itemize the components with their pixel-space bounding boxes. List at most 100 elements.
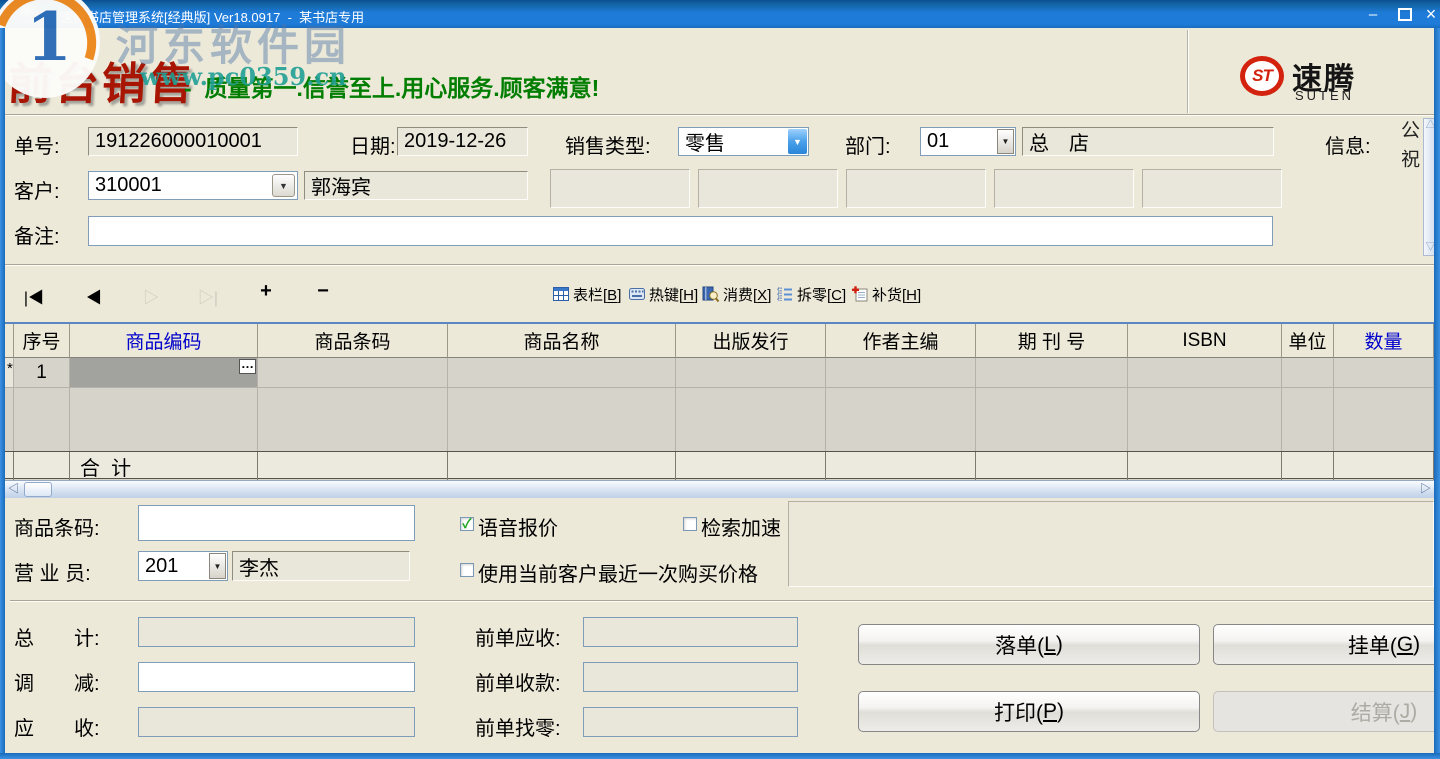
cell-author[interactable] bbox=[826, 358, 976, 388]
grid-total-row: 合 计 bbox=[5, 451, 1434, 479]
total-marker-cell bbox=[5, 452, 14, 481]
col-header-seq[interactable]: 序号 bbox=[14, 324, 70, 358]
col-header-publisher[interactable]: 出版发行 bbox=[676, 324, 826, 358]
col-header-qty[interactable]: 数量 bbox=[1334, 324, 1434, 358]
sale-type-combo[interactable]: 零售 ▼ bbox=[678, 127, 809, 156]
grid-h-scrollbar[interactable]: ◁ ▷ bbox=[5, 480, 1434, 498]
spare-field-3 bbox=[846, 169, 986, 208]
nav-last-icon: ▷| bbox=[196, 284, 220, 308]
split-button[interactable]: 拆零[C] bbox=[777, 282, 846, 306]
remark-label: 备注: bbox=[14, 220, 60, 249]
brand-monogram: ST bbox=[1252, 66, 1272, 86]
customer-code-value: 310001 bbox=[95, 174, 162, 197]
cell-publisher[interactable] bbox=[676, 358, 826, 388]
nav-first-icon[interactable]: |◀ bbox=[22, 284, 46, 308]
remark-input[interactable] bbox=[88, 216, 1273, 246]
cell-barcode[interactable] bbox=[258, 358, 448, 388]
settle-button: 结算(J) bbox=[1213, 691, 1440, 732]
prev-due-label: 前单应收: bbox=[475, 622, 561, 651]
cell-issue-no[interactable] bbox=[976, 358, 1128, 388]
col-header-author[interactable]: 作者主编 bbox=[826, 324, 976, 358]
hotkey-button-label: 热键[H] bbox=[649, 284, 698, 305]
customer-name-field: 郭海宾 bbox=[304, 171, 528, 200]
hotkey-button[interactable]: 热键[H] bbox=[629, 282, 698, 306]
customer-dropdown-icon[interactable]: ▼ bbox=[272, 174, 295, 197]
customer-combo[interactable]: 310001 ▼ bbox=[88, 171, 298, 200]
cell-seq[interactable]: 1 bbox=[14, 358, 70, 388]
dept-dropdown-icon[interactable]: ▼ bbox=[997, 129, 1014, 154]
columns-button-label: 表栏[B] bbox=[573, 284, 621, 305]
spare-field-5 bbox=[1142, 169, 1282, 208]
consume-button[interactable]: 消费[X] bbox=[702, 282, 771, 306]
clerk-combo[interactable]: 201 ▼ bbox=[138, 551, 228, 581]
table-columns-icon bbox=[553, 287, 569, 301]
last-price-checkbox[interactable] bbox=[460, 563, 474, 577]
brand-circle-icon: ST bbox=[1240, 56, 1284, 96]
cell-unit[interactable] bbox=[1282, 358, 1334, 388]
col-header-isbn[interactable]: ISBN bbox=[1128, 324, 1282, 358]
dept-name-field: 总 店 bbox=[1022, 127, 1274, 156]
form-separator bbox=[5, 264, 1434, 266]
due-field bbox=[138, 707, 415, 737]
col-header-item-name[interactable]: 商品名称 bbox=[448, 324, 676, 358]
dept-label: 部门: bbox=[845, 130, 891, 159]
due-label: 应 收: bbox=[14, 712, 100, 741]
cell-qty[interactable] bbox=[1334, 358, 1434, 388]
nav-remove-icon[interactable]: − bbox=[311, 280, 335, 303]
brand-logo: ST 速腾 SUTEN bbox=[1240, 54, 1410, 104]
scroll-left-icon[interactable]: ◁ bbox=[5, 481, 22, 498]
clerk-dropdown-icon[interactable]: ▼ bbox=[209, 553, 226, 579]
row-marker-cell: * bbox=[5, 358, 14, 388]
prev-paid-label: 前单收款: bbox=[475, 667, 561, 696]
grid-empty-area bbox=[5, 388, 1434, 451]
prev-due-field bbox=[583, 617, 798, 647]
dept-combo[interactable]: 01 ▼ bbox=[920, 127, 1016, 156]
replenish-button[interactable]: 补货[H] bbox=[852, 282, 921, 306]
header-separator bbox=[5, 114, 1434, 116]
col-header-issue-no[interactable]: 期 刊 号 bbox=[976, 324, 1128, 358]
col-header-item-code[interactable]: 商品编码 bbox=[70, 324, 258, 358]
print-button[interactable]: 打印(P) bbox=[858, 691, 1200, 732]
replenish-button-label: 补货[H] bbox=[872, 284, 921, 305]
scroll-right-icon[interactable]: ▷ bbox=[1417, 481, 1434, 498]
grid-row-1: * 1 … bbox=[5, 358, 1434, 388]
close-button[interactable]: × bbox=[1416, 0, 1440, 28]
columns-button[interactable]: 表栏[B] bbox=[553, 282, 621, 306]
hold-order-button[interactable]: 挂单(G) bbox=[1213, 624, 1440, 665]
voice-quote-checkbox[interactable]: ✓ bbox=[460, 517, 474, 531]
voice-quote-label: 语音报价 bbox=[478, 512, 558, 541]
last-price-label: 使用当前客户最近一次购买价格 bbox=[478, 558, 758, 587]
replenish-icon bbox=[852, 286, 868, 302]
window-border-left bbox=[0, 28, 5, 759]
grid-corner-cell bbox=[5, 324, 14, 358]
cell-item-code-active[interactable]: … bbox=[70, 358, 258, 388]
sale-type-dropdown-icon[interactable]: ▼ bbox=[788, 129, 807, 154]
grid-header-row: 序号 商品编码 商品条码 商品名称 出版发行 作者主编 期 刊 号 ISBN 单… bbox=[5, 324, 1434, 358]
adjust-input[interactable] bbox=[138, 662, 415, 692]
barcode-input[interactable] bbox=[138, 505, 415, 541]
fast-search-checkbox[interactable] bbox=[683, 517, 697, 531]
grand-total-label: 总 计: bbox=[14, 622, 100, 651]
cell-isbn[interactable] bbox=[1128, 358, 1282, 388]
prev-paid-field bbox=[583, 662, 798, 692]
prev-change-field bbox=[583, 707, 798, 737]
totals-separator bbox=[10, 600, 1434, 602]
nav-append-icon[interactable]: + bbox=[254, 280, 278, 303]
hotkey-keyboard-icon bbox=[629, 288, 645, 300]
order-no-label: 单号: bbox=[14, 130, 60, 159]
info-label: 信息: bbox=[1325, 130, 1371, 159]
scrollbar-thumb[interactable] bbox=[24, 482, 52, 497]
lookup-ellipsis-button[interactable]: … bbox=[239, 359, 256, 374]
nav-prev-icon[interactable]: ◀ bbox=[82, 284, 106, 308]
dept-code-value: 01 bbox=[927, 130, 949, 153]
split-button-label: 拆零[C] bbox=[797, 284, 846, 305]
col-header-barcode[interactable]: 商品条码 bbox=[258, 324, 448, 358]
place-order-button[interactable]: 落单(L) bbox=[858, 624, 1200, 665]
minimize-button[interactable]: – bbox=[1358, 0, 1388, 28]
clerk-name-field: 李杰 bbox=[232, 551, 410, 581]
clerk-code-value: 201 bbox=[145, 555, 178, 578]
order-no-field: 191226000010001 bbox=[88, 127, 298, 156]
close-icon: × bbox=[1426, 4, 1437, 25]
col-header-unit[interactable]: 单位 bbox=[1282, 324, 1334, 358]
cell-item-name[interactable] bbox=[448, 358, 676, 388]
